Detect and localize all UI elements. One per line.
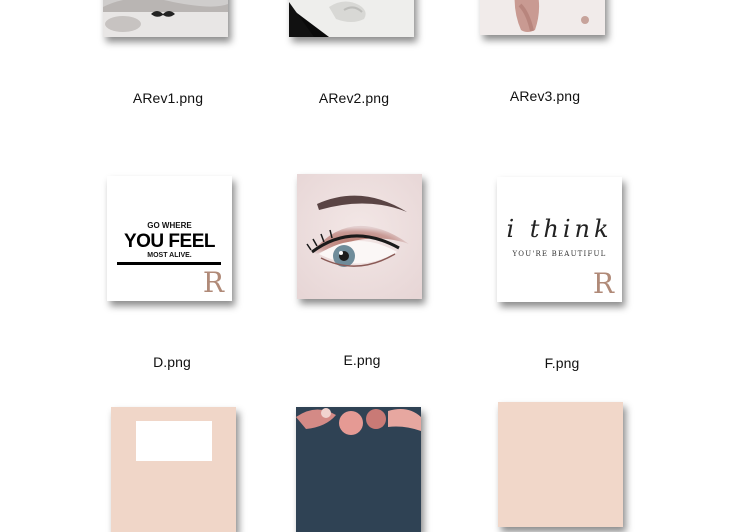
- peach-poster-thumbnail[interactable]: [111, 407, 236, 532]
- logo-r-icon: R: [592, 267, 614, 300]
- file-name[interactable]: E.png: [343, 352, 380, 368]
- poster-line-1: i think: [506, 215, 613, 243]
- poster-line-1: GO WHERE: [147, 221, 192, 230]
- file-name[interactable]: ARev1.png: [133, 90, 203, 106]
- poster-underline: [117, 262, 221, 265]
- pink-hair-photo-thumbnail[interactable]: [296, 407, 421, 532]
- peach-tile-thumbnail[interactable]: [498, 402, 623, 527]
- file-name[interactable]: F.png: [545, 355, 580, 371]
- pink-swatch-thumbnail[interactable]: [480, 0, 605, 35]
- poster-panel: [136, 421, 212, 461]
- file-name[interactable]: ARev2.png: [319, 90, 389, 106]
- quote-poster-thumbnail[interactable]: i think YOU'RE BEAUTIFUL R: [497, 177, 622, 302]
- eye-makeup-photo-thumbnail[interactable]: [297, 174, 422, 299]
- poster-line-3: MOST ALIVE.: [147, 252, 192, 259]
- white-black-art-thumbnail[interactable]: [289, 0, 414, 37]
- quote-poster-thumbnail[interactable]: GO WHERE YOU FEEL MOST ALIVE. R: [107, 176, 232, 301]
- poster-line-2: YOU'RE BEAUTIFUL: [512, 250, 607, 258]
- file-name[interactable]: D.png: [153, 354, 191, 370]
- file-name[interactable]: ARev3.png: [510, 88, 580, 104]
- hand-mustache-image-thumbnail[interactable]: [103, 0, 228, 37]
- logo-r-icon: R: [202, 266, 224, 299]
- poster-line-2: YOU FEEL: [123, 231, 216, 252]
